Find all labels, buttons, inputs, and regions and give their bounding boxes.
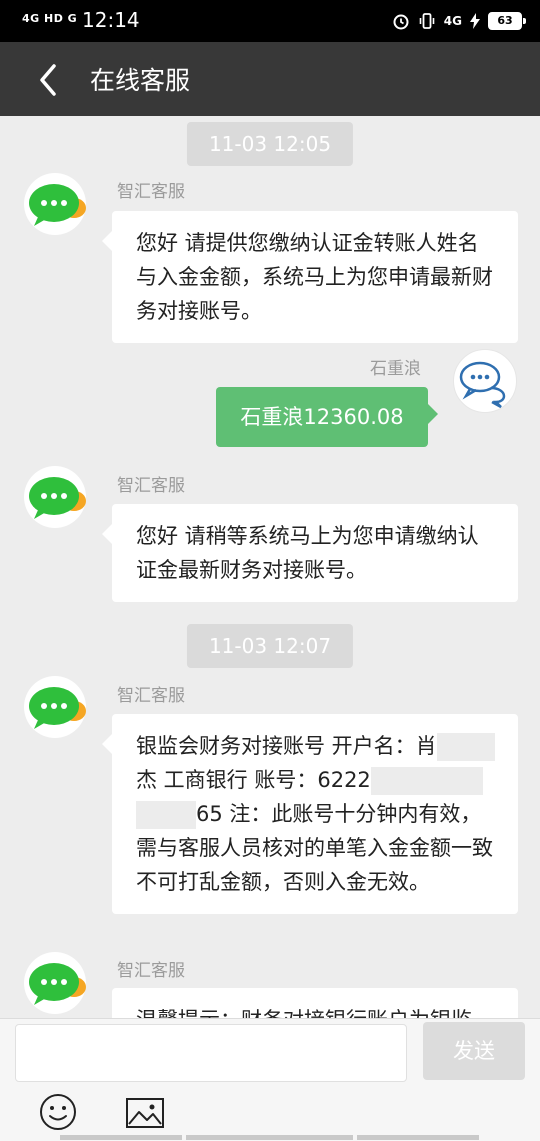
- network-indicator-left: 4G HD G: [22, 12, 78, 25]
- input-bar: 发送: [0, 1018, 540, 1141]
- message-timestamp: 11-03 12:07: [186, 624, 354, 668]
- message-input[interactable]: [15, 1024, 407, 1082]
- agent-avatar[interactable]: [24, 952, 86, 1014]
- back-arrow-icon: [40, 64, 56, 96]
- status-time: 12:14: [82, 8, 140, 32]
- redacted-block: [436, 733, 495, 761]
- message-text: 杰 工商银行 账号：6222: [136, 768, 371, 792]
- smiley-icon: [40, 1094, 76, 1130]
- message-sender: 智汇客服: [117, 961, 185, 981]
- chat-list[interactable]: 11-03 12:05 智汇客服 您好 请提供您缴纳认证金转账人姓名与入金金额，…: [0, 116, 540, 1018]
- message-sender: 智汇客服: [117, 476, 185, 496]
- nav-hint: [60, 1135, 182, 1140]
- send-button[interactable]: 发送: [423, 1022, 525, 1080]
- nav-hint: [186, 1135, 353, 1140]
- redacted-block: [370, 767, 483, 795]
- chat-bubbles-outline-icon: [459, 361, 506, 409]
- network-indicator-right: 4G: [443, 14, 462, 28]
- message-text: 银监会财务对接账号 开户名：肖: [136, 734, 437, 758]
- message-bubble[interactable]: 您好 请提供您缴纳认证金转账人姓名与入金金额，系统马上为您申请最新财务对接账号。: [102, 211, 518, 343]
- nav-hint: [357, 1135, 479, 1140]
- status-right: 4G 63: [392, 9, 526, 33]
- vibrate-icon: [419, 13, 435, 29]
- chat-bubble-avatar-icon: [29, 687, 86, 729]
- message-bubble-self[interactable]: 石重浪12360.08: [216, 387, 438, 447]
- chat-bubble-avatar-icon: [29, 963, 86, 1005]
- alarm-icon: [393, 14, 409, 30]
- status-bar: 4G HD G 12:14 4G 63: [0, 0, 540, 42]
- chat-bubble-avatar-icon: [29, 184, 86, 226]
- page-title: 在线客服: [90, 66, 191, 95]
- back-button[interactable]: [30, 60, 70, 100]
- message-bubble[interactable]: 银监会财务对接账号 开户名：肖 杰 工商银行 账号：6222 65 注：此账号十…: [102, 714, 518, 914]
- message-sender: 智汇客服: [117, 686, 185, 706]
- charging-icon: [470, 13, 480, 29]
- chat-bubble-avatar-icon: [29, 477, 86, 519]
- agent-avatar[interactable]: [24, 466, 86, 528]
- message-bubble[interactable]: 温馨提示：财务对接银行账户为银监: [112, 988, 518, 1018]
- title-bar: 在线客服: [0, 42, 540, 116]
- battery-indicator: 63: [488, 12, 526, 30]
- image-icon: [126, 1098, 164, 1128]
- message-bubble[interactable]: 您好 请稍等系统马上为您申请缴纳认证金最新财务对接账号。: [102, 504, 518, 602]
- emoji-button[interactable]: [38, 1092, 78, 1132]
- message-timestamp: 11-03 12:05: [186, 122, 354, 166]
- agent-avatar[interactable]: [24, 676, 86, 738]
- image-button[interactable]: [124, 1096, 166, 1130]
- agent-avatar[interactable]: [24, 173, 86, 235]
- user-avatar[interactable]: [453, 349, 517, 413]
- redacted-block: [136, 801, 196, 829]
- message-sender: 智汇客服: [117, 182, 185, 202]
- message-sender: 石重浪: [370, 359, 421, 379]
